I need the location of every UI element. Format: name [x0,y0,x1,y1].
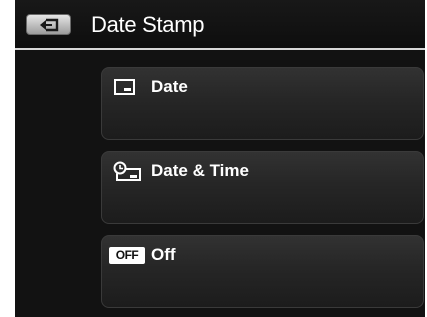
menu-item-date[interactable]: Date [101,67,424,140]
camera-screen: Date Stamp Date Date & Time OFF Off [15,0,425,317]
menu-item-label: Off [151,245,176,264]
menu-header: Date Stamp [15,0,425,50]
menu-item-label: Date & Time [151,161,249,180]
date-icon [114,79,135,95]
date-time-icon [113,161,141,181]
back-arrow-icon [40,18,59,32]
page-title: Date Stamp [91,12,205,37]
menu-item-label: Date [151,77,188,96]
off-icon: OFF [109,247,145,264]
menu-item-date-time[interactable]: Date & Time [101,151,424,224]
menu-item-off[interactable]: OFF Off [101,235,424,308]
back-button[interactable] [26,14,71,35]
